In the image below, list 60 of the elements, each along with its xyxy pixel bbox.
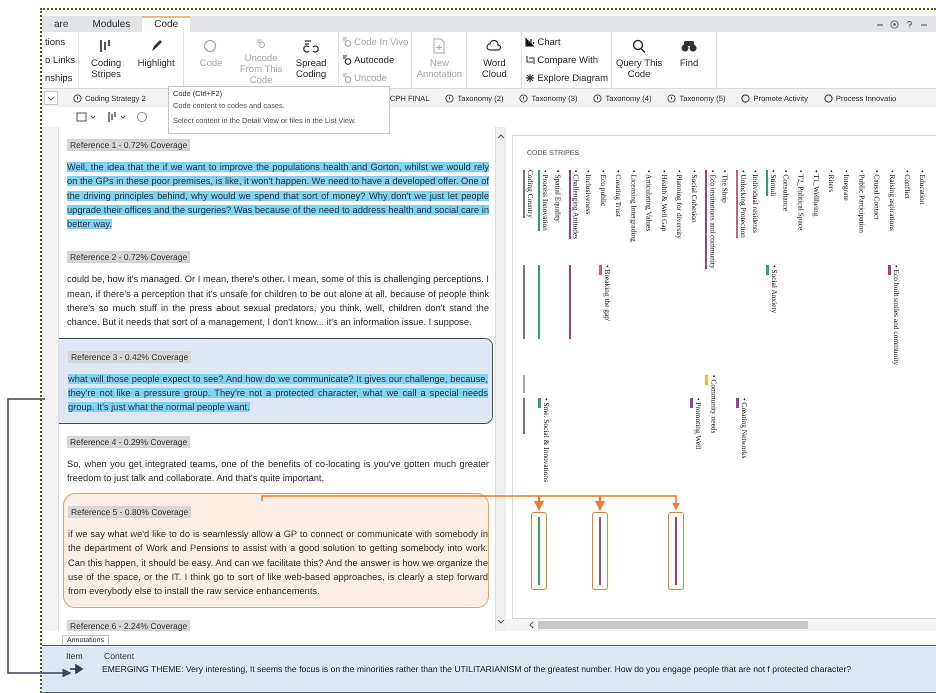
code-node-icon bbox=[73, 94, 82, 102]
reference-text: if we say what we'd like to do is seamlessly allow a GP to connect or communicate with somebody in the department of Work and Pensions to assist with a good solution to getting somebody into work. Can this happen, it should be easy. And can we facilitate this? And the answer is how we organize the use of the space, or the IT. I think go to sort of like web-based approaches, is clearly a step forward from everybody else to install the raw service enhancements. bbox=[68, 528, 488, 598]
scrollbar[interactable] bbox=[495, 127, 506, 631]
reference-text: could be, how it's managed. Or I mean, there's other. I mean, some of this is challenging perceptions. I mean, if there's a perception that it's unsafe for children to be out alone at all, because of people think there's so much stuff in the press about sexual predators, you think, well, children don't stand the chance. But it needs that sort of a management, I don't know... it's an information issue. I suppose. bbox=[67, 273, 489, 330]
down-arrow bbox=[595, 496, 605, 511]
ribbon-button[interactable]: Word Cloud bbox=[470, 34, 518, 86]
reference-text: So, when you get integrated teams, one of the benefits of co-locating is you've gotten much greater freedom to just talk and collaborate. And that's quite important. bbox=[67, 458, 489, 485]
reference-heading: Reference 1 - 0.72% Coverage bbox=[67, 139, 190, 151]
ribbon-button[interactable]: Compare With bbox=[525, 54, 608, 66]
ribbon-button[interactable]: Coding Stripes bbox=[82, 34, 130, 86]
scroll-down-icon[interactable] bbox=[497, 619, 505, 625]
tag-icon bbox=[342, 37, 352, 47]
stripes-icon[interactable] bbox=[106, 111, 128, 123]
down-arrow bbox=[534, 496, 544, 511]
column-header: Content bbox=[104, 651, 134, 661]
tag-icon bbox=[342, 73, 352, 83]
code-node-icon bbox=[667, 94, 676, 102]
compare-icon bbox=[525, 55, 536, 65]
ribbon-button[interactable]: Chart bbox=[525, 36, 608, 48]
settings-icon[interactable] bbox=[890, 20, 899, 29]
ribbon-button[interactable]: tions bbox=[45, 36, 76, 48]
reference-heading: Reference 5 - 0.80% Coverage bbox=[68, 506, 192, 518]
ribbon-tab[interactable]: Modules bbox=[80, 19, 142, 32]
spread-icon bbox=[302, 38, 320, 54]
view-icon[interactable] bbox=[76, 111, 98, 123]
circle-icon bbox=[824, 94, 833, 102]
reference-heading: Reference 4 - 0.29% Coverage bbox=[67, 436, 190, 448]
code-node-icon bbox=[593, 94, 602, 102]
chart-icon bbox=[525, 37, 536, 47]
ribbon-button[interactable]: Highlight bbox=[132, 34, 180, 86]
tag-icon bbox=[342, 55, 352, 65]
column-header: Item bbox=[66, 651, 84, 661]
reference-heading: Reference 3 - 0.42% Coverage bbox=[68, 350, 192, 363]
ribbon-button[interactable]: nships bbox=[45, 72, 76, 84]
scrollbar[interactable] bbox=[506, 619, 936, 631]
scroll-left-icon[interactable] bbox=[528, 621, 534, 629]
annotation-text[interactable]: EMERGING THEME: Very interesting, It seems the focus is on the minorities rather than the UTILITARIANISM of the greatest number. How do you engage people that are not f protected character? bbox=[102, 664, 852, 674]
help-icon[interactable] bbox=[905, 20, 914, 29]
binoculars-icon bbox=[680, 38, 698, 54]
arrow-icon bbox=[70, 664, 84, 674]
circle-icon[interactable] bbox=[136, 111, 148, 123]
reference-heading: Reference 6 - 2.24% Coverage bbox=[67, 620, 190, 631]
circle-icon bbox=[741, 94, 750, 102]
reference-text: what will those people expect to see? And how do we communicate? It gives our challenge, because, they're not like a pressure group. They're not a protected character, what we call a special needs group. It's just what the normal people want. bbox=[68, 372, 488, 414]
diagram-icon bbox=[525, 73, 536, 83]
ribbon-button[interactable]: Spread Coding bbox=[287, 34, 336, 86]
reference-text: Well, the idea that the if we want to improve the populations health and Gorton, whilst we would rely on the GPs in these poor premises, is like, it won't happen. We need to have a developed offer. One of the driving principles behind, why would we spend that sort of money? Why don't we just let people upgrade their offices and the surgeries? Was because of the need to address health and social care in better way. bbox=[67, 161, 489, 232]
ribbon-button[interactable]: Autocode bbox=[342, 54, 408, 66]
code-node-icon bbox=[445, 94, 454, 102]
ribbon-button[interactable]: Query This Code bbox=[615, 34, 664, 86]
ribbon-button[interactable]: Find bbox=[665, 34, 714, 86]
code-node-icon bbox=[519, 94, 528, 102]
scroll-thumb[interactable] bbox=[538, 621, 808, 629]
ribbon-tab[interactable]: Code bbox=[142, 16, 190, 32]
ribbon-button[interactable]: Explore Diagram bbox=[525, 72, 608, 84]
ribbon-tab[interactable]: are bbox=[42, 19, 80, 32]
scroll-up-icon[interactable] bbox=[497, 133, 505, 139]
dropdown-icon[interactable] bbox=[44, 91, 58, 105]
reference-heading: Reference 2 - 0.72% Coverage bbox=[67, 251, 190, 264]
ribbon-button[interactable]: o Links bbox=[45, 54, 76, 66]
